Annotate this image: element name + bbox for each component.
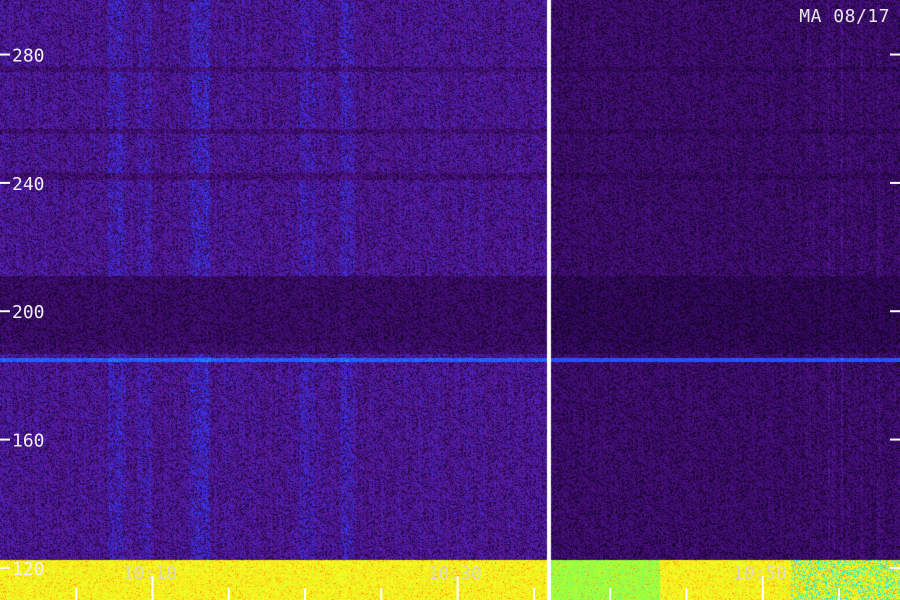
spectrogram-heatmap [0,0,900,600]
spectrogram-chart: 120 160 200 240 280 10:10 10:30 10:50 [0,0,900,600]
x-tick-label: 10:50 [733,563,787,584]
chart-title: MA 08/17 [799,6,890,27]
y-tick-label: 200 [12,302,45,323]
y-tick-label: 160 [12,431,45,452]
y-tick-label: 120 [12,559,45,580]
y-tick-label: 280 [12,46,45,67]
x-tick-label: 10:30 [428,563,482,584]
y-tick-label: 240 [12,174,45,195]
x-tick-label: 10:10 [123,563,177,584]
